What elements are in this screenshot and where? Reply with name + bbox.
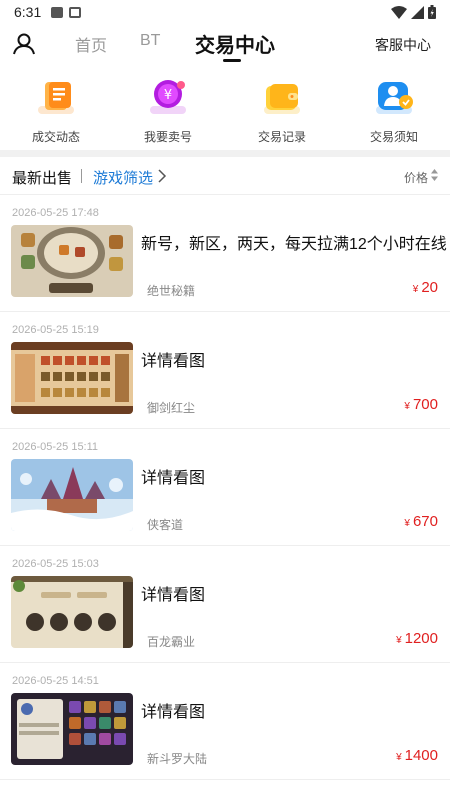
- tab-bt[interactable]: BT: [140, 32, 160, 50]
- app-notification-icon: [69, 6, 82, 18]
- currency-symbol: ¥: [396, 752, 402, 763]
- listing-thumbnail: [11, 576, 133, 648]
- currency-symbol: ¥: [404, 401, 410, 412]
- listing-date: 2026-05-25 15:19: [12, 324, 99, 336]
- listing-price: ¥670: [404, 513, 438, 531]
- listing-item[interactable]: 2026-05-25 14:51 详情看图 新斗罗大陆 ¥1400: [0, 663, 450, 780]
- deal-news-icon: [38, 82, 74, 114]
- chevron-right-icon[interactable]: [157, 169, 167, 183]
- quick-item-sell-account[interactable]: ¥ 我要卖号: [123, 76, 213, 145]
- cell-signal-icon: [411, 5, 424, 19]
- customer-service-link[interactable]: 客服中心: [375, 35, 431, 55]
- listing-item[interactable]: 2026-05-25 15:19 详情看图 御剑红尘 ¥700: [0, 312, 450, 429]
- currency-symbol: ¥: [404, 518, 410, 529]
- battery-icon: [428, 5, 436, 19]
- listing-game-name: 新斗罗大陆: [147, 752, 208, 766]
- quick-label-trade-notice: 交易须知: [369, 130, 418, 144]
- active-tab-indicator: [223, 59, 241, 62]
- wifi-icon: [391, 5, 407, 19]
- listing-price: ¥700: [404, 396, 438, 414]
- price-amount: 700: [412, 396, 438, 413]
- listing-date: 2026-05-25 15:11: [12, 441, 99, 453]
- listing-item[interactable]: 2026-05-25 15:03 详情看图 百龙霸业 ¥1200: [0, 546, 450, 663]
- quick-label-sell-account: 我要卖号: [143, 130, 192, 144]
- quick-item-deal-news[interactable]: 成交动态: [11, 76, 101, 145]
- svg-text:¥: ¥: [164, 88, 172, 103]
- status-bar: 6:31: [0, 0, 450, 24]
- quick-label-deal-news: 成交动态: [31, 130, 80, 144]
- listing-title: 详情看图: [141, 470, 206, 487]
- quick-item-trade-record[interactable]: 交易记录: [237, 76, 327, 145]
- listing-title: 详情看图: [141, 704, 206, 721]
- quick-label-trade-record: 交易记录: [257, 130, 306, 144]
- price-sort-button[interactable]: 价格: [404, 169, 428, 186]
- tab-trade-center[interactable]: 交易中心: [195, 29, 275, 58]
- listing-date: 2026-05-25 15:03: [12, 558, 99, 570]
- latest-sale-label[interactable]: 最新出售: [12, 167, 72, 188]
- filter-separator: [81, 169, 82, 183]
- listing-date: 2026-05-25 14:51: [12, 675, 99, 687]
- listing-item[interactable]: 2026-05-25 15:11 详情看图 侠客道 ¥670: [0, 429, 450, 546]
- trade-record-icon: [264, 84, 300, 114]
- listing-price: ¥1400: [396, 747, 438, 765]
- listing-title: 详情看图: [141, 353, 206, 370]
- listing-game-name: 御剑红尘: [147, 401, 196, 415]
- user-icon[interactable]: [12, 32, 36, 56]
- quick-actions: 成交动态 ¥ 我要卖号 交易记录 交易须知: [0, 76, 450, 150]
- sort-icon[interactable]: [431, 169, 438, 181]
- price-amount: 670: [412, 513, 438, 530]
- listing-title: 新号，新区，两天，每天拉满12个小时在线: [141, 236, 447, 253]
- trade-notice-icon: [376, 82, 413, 114]
- quick-item-trade-notice[interactable]: 交易须知: [349, 76, 439, 145]
- status-time: 6:31: [14, 4, 42, 20]
- section-divider: [0, 150, 450, 157]
- listing-game-name: 百龙霸业: [147, 635, 196, 649]
- currency-symbol: ¥: [412, 284, 419, 295]
- listing-game-name: 绝世秘籍: [147, 284, 196, 298]
- gallery-notification-icon: [51, 6, 64, 18]
- listing-thumbnail: [11, 342, 133, 414]
- listing-game-name: 侠客道: [147, 518, 184, 532]
- listing-date: 2026-05-25 17:48: [12, 207, 99, 219]
- listing-price: ¥1200: [396, 630, 438, 648]
- listing-thumbnail: [11, 225, 133, 297]
- listing-thumbnail: [11, 693, 133, 765]
- price-amount: 1200: [404, 630, 438, 647]
- currency-symbol: ¥: [396, 635, 402, 646]
- listing-item[interactable]: 2026-05-25 17:48 新号，新区，两天，每天拉满12个小时在线 绝世…: [0, 195, 450, 312]
- top-nav: 首页 BT 交易中心 客服中心: [0, 24, 450, 64]
- tab-home[interactable]: 首页: [75, 32, 107, 56]
- listing-thumbnail: [11, 459, 133, 531]
- sell-account-icon: ¥: [150, 80, 186, 114]
- game-filter-button[interactable]: 游戏筛选: [93, 167, 153, 188]
- price-amount: 20: [421, 279, 438, 296]
- listing-title: 详情看图: [141, 587, 206, 604]
- filter-bar: 最新出售 游戏筛选 价格: [0, 157, 450, 195]
- price-amount: 1400: [404, 747, 438, 764]
- listing-price: ¥20: [413, 279, 438, 297]
